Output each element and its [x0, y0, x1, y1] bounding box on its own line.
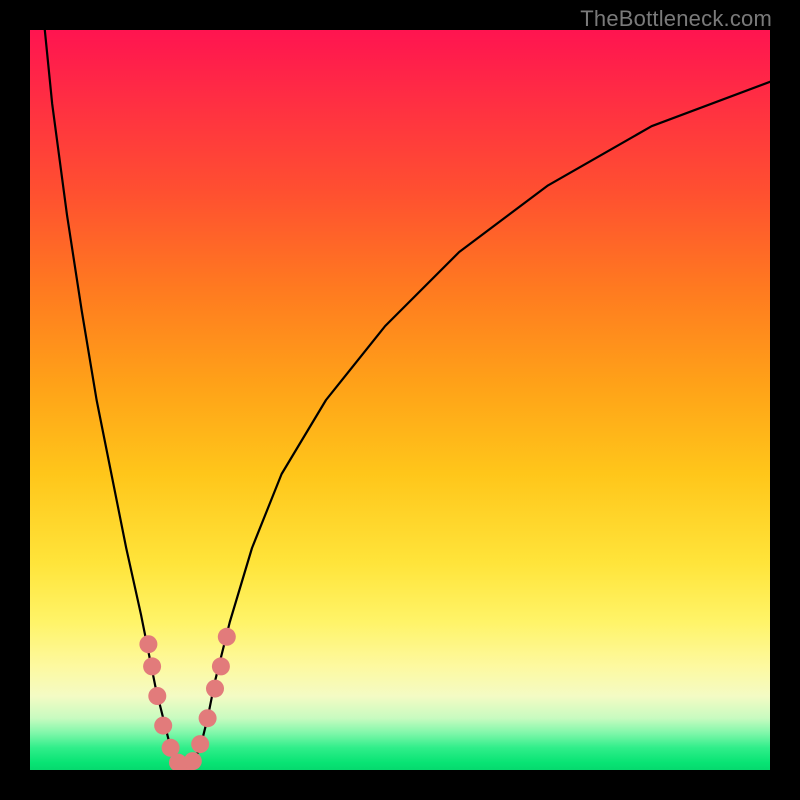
bottleneck-curve	[45, 30, 770, 766]
highlight-point	[184, 752, 202, 770]
highlight-point	[199, 709, 217, 727]
highlight-point	[206, 680, 224, 698]
highlight-point	[139, 635, 157, 653]
watermark-text: TheBottleneck.com	[580, 6, 772, 32]
highlight-point	[154, 717, 172, 735]
chart-frame: TheBottleneck.com	[0, 0, 800, 800]
highlight-point	[218, 628, 236, 646]
highlight-point	[148, 687, 166, 705]
curve-layer	[30, 30, 770, 770]
highlight-point	[191, 735, 209, 753]
highlight-point	[212, 657, 230, 675]
plot-area	[30, 30, 770, 770]
highlight-point	[143, 657, 161, 675]
